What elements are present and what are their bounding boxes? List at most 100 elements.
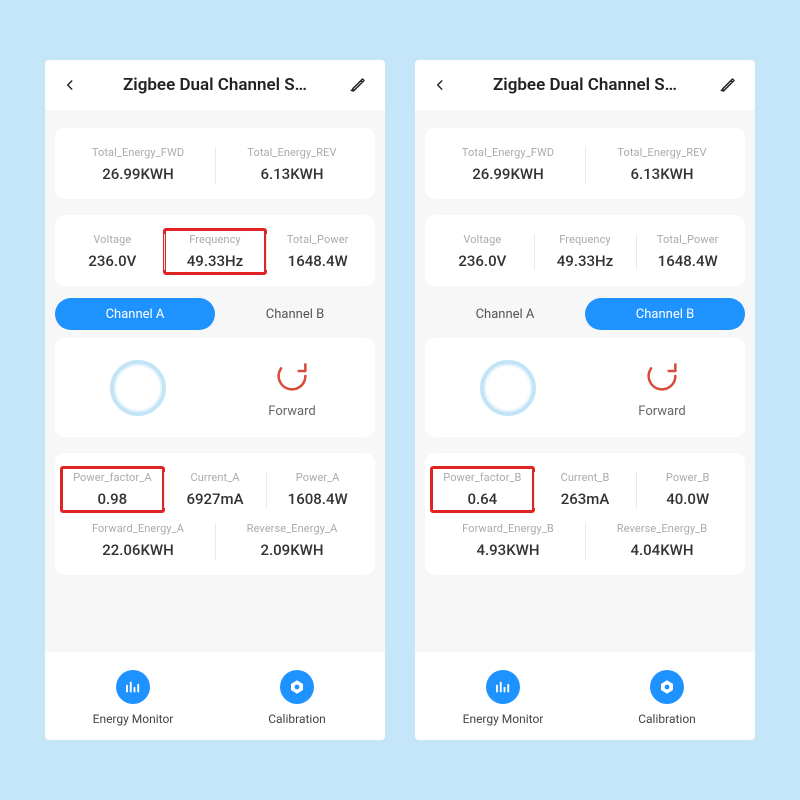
bottom-tools: Energy Monitor Calibration: [415, 652, 755, 740]
metric-label: Voltage: [437, 233, 528, 246]
channel-metrics-card: Power_factor_A 0.98 Current_A 6927mA Pow…: [55, 453, 375, 575]
metric-value: 1648.4W: [272, 252, 363, 270]
metric-value: 1608.4W: [272, 490, 363, 508]
metric-value: 4.04KWH: [591, 541, 733, 559]
power: Power_B 40.0W: [636, 467, 739, 512]
tab-channel-a[interactable]: Channel A: [425, 298, 585, 330]
metric-value: 236.0V: [67, 252, 158, 270]
direction-label: Forward: [268, 404, 315, 419]
metric-value: 6927mA: [170, 490, 261, 508]
metric-label: Power_B: [642, 471, 733, 484]
current: Current_B 263mA: [534, 467, 637, 512]
total-energy-fwd: Total_Energy_FWD 26.99KWH: [431, 142, 585, 187]
forward-energy: Forward_Energy_B 4.93KWH: [431, 518, 585, 563]
totals-card: Total_Energy_FWD 26.99KWH Total_Energy_R…: [55, 128, 375, 199]
calibration-button[interactable]: Calibration: [585, 670, 749, 726]
tab-channel-b[interactable]: Channel B: [215, 298, 375, 330]
metric-label: Total_Energy_REV: [221, 146, 363, 159]
electrical-card: Voltage 236.0V Frequency 49.33Hz Total_P…: [55, 215, 375, 286]
total-energy-fwd: Total_Energy_FWD 26.99KWH: [61, 142, 215, 187]
rotate-forward-icon: [272, 356, 312, 396]
metric-label: Total_Energy_REV: [591, 146, 733, 159]
frequency: Frequency 49.33Hz: [534, 229, 637, 274]
metric-label: Total_Energy_FWD: [437, 146, 579, 159]
totals-card: Total_Energy_FWD 26.99KWH Total_Energy_R…: [425, 128, 745, 199]
metric-label: Forward_Energy_A: [67, 522, 209, 535]
phone-right: Zigbee Dual Channel S… Total_Energy_FWD …: [415, 60, 755, 740]
metric-value: 40.0W: [642, 490, 733, 508]
pencil-icon: [349, 76, 367, 94]
channel-visual: Forward: [55, 338, 375, 437]
metric-value: 0.98: [67, 490, 158, 508]
header: Zigbee Dual Channel S…: [45, 60, 385, 110]
spinner-slot: [431, 360, 585, 416]
calibration-button[interactable]: Calibration: [215, 670, 379, 726]
phone-left: Zigbee Dual Channel S… Total_Energy_FWD …: [45, 60, 385, 740]
metric-label: Reverse_Energy_B: [591, 522, 733, 535]
loader-ring-icon: [110, 360, 166, 416]
tool-label: Energy Monitor: [463, 712, 544, 726]
voltage: Voltage 236.0V: [61, 229, 164, 274]
tab-channel-b[interactable]: Channel B: [585, 298, 745, 330]
back-button[interactable]: [433, 78, 457, 92]
total-power: Total_Power 1648.4W: [266, 229, 369, 274]
edit-button[interactable]: [713, 76, 737, 94]
metric-label: Power_A: [272, 471, 363, 484]
metric-value: 6.13KWH: [221, 165, 363, 183]
tab-channel-a[interactable]: Channel A: [55, 298, 215, 330]
total-energy-rev: Total_Energy_REV 6.13KWH: [585, 142, 739, 187]
bottom-tools: Energy Monitor Calibration: [45, 652, 385, 740]
metric-value: 26.99KWH: [67, 165, 209, 183]
metric-value: 49.33Hz: [170, 252, 261, 270]
metric-value: 26.99KWH: [437, 165, 579, 183]
metric-label: Frequency: [170, 233, 261, 246]
energy-monitor-button[interactable]: Energy Monitor: [421, 670, 585, 726]
spinner-slot: [61, 360, 215, 416]
metric-label: Frequency: [540, 233, 631, 246]
back-button[interactable]: [63, 78, 87, 92]
metric-value: 4.93KWH: [437, 541, 579, 559]
chevron-left-icon: [63, 78, 77, 92]
reverse-energy: Reverse_Energy_B 4.04KWH: [585, 518, 739, 563]
chevron-left-icon: [433, 78, 447, 92]
metric-label: Power_factor_B: [437, 471, 528, 484]
metric-value: 1648.4W: [642, 252, 733, 270]
current: Current_A 6927mA: [164, 467, 267, 512]
electrical-card: Voltage 236.0V Frequency 49.33Hz Total_P…: [425, 215, 745, 286]
edit-button[interactable]: [343, 76, 367, 94]
chart-icon: [116, 670, 150, 704]
metric-label: Total_Power: [272, 233, 363, 246]
channel-tabs: Channel A Channel B: [425, 298, 745, 330]
metric-value: 22.06KWH: [67, 541, 209, 559]
channel-tabs: Channel A Channel B: [55, 298, 375, 330]
page-title: Zigbee Dual Channel S…: [457, 75, 713, 95]
energy-monitor-button[interactable]: Energy Monitor: [51, 670, 215, 726]
metric-value: 2.09KWH: [221, 541, 363, 559]
metric-label: Total_Energy_FWD: [67, 146, 209, 159]
channel-visual: Forward: [425, 338, 745, 437]
metric-label: Reverse_Energy_A: [221, 522, 363, 535]
loader-ring-icon: [480, 360, 536, 416]
gear-icon: [280, 670, 314, 704]
tool-label: Energy Monitor: [93, 712, 174, 726]
metric-value: 0.64: [437, 490, 528, 508]
total-energy-rev: Total_Energy_REV 6.13KWH: [215, 142, 369, 187]
frequency: Frequency 49.33Hz: [164, 229, 267, 274]
reverse-energy: Reverse_Energy_A 2.09KWH: [215, 518, 369, 563]
metric-value: 263mA: [540, 490, 631, 508]
tool-label: Calibration: [638, 712, 696, 726]
channel-metrics-card: Power_factor_B 0.64 Current_B 263mA Powe…: [425, 453, 745, 575]
metric-label: Total_Power: [642, 233, 733, 246]
metric-label: Power_factor_A: [67, 471, 158, 484]
metric-label: Current_A: [170, 471, 261, 484]
page-title: Zigbee Dual Channel S…: [87, 75, 343, 95]
header: Zigbee Dual Channel S…: [415, 60, 755, 110]
direction-slot: Forward: [585, 356, 739, 419]
power-factor: Power_factor_B 0.64: [431, 467, 534, 512]
direction-label: Forward: [638, 404, 685, 419]
metric-label: Current_B: [540, 471, 631, 484]
voltage: Voltage 236.0V: [431, 229, 534, 274]
gear-icon: [650, 670, 684, 704]
metric-value: 49.33Hz: [540, 252, 631, 270]
direction-slot: Forward: [215, 356, 369, 419]
